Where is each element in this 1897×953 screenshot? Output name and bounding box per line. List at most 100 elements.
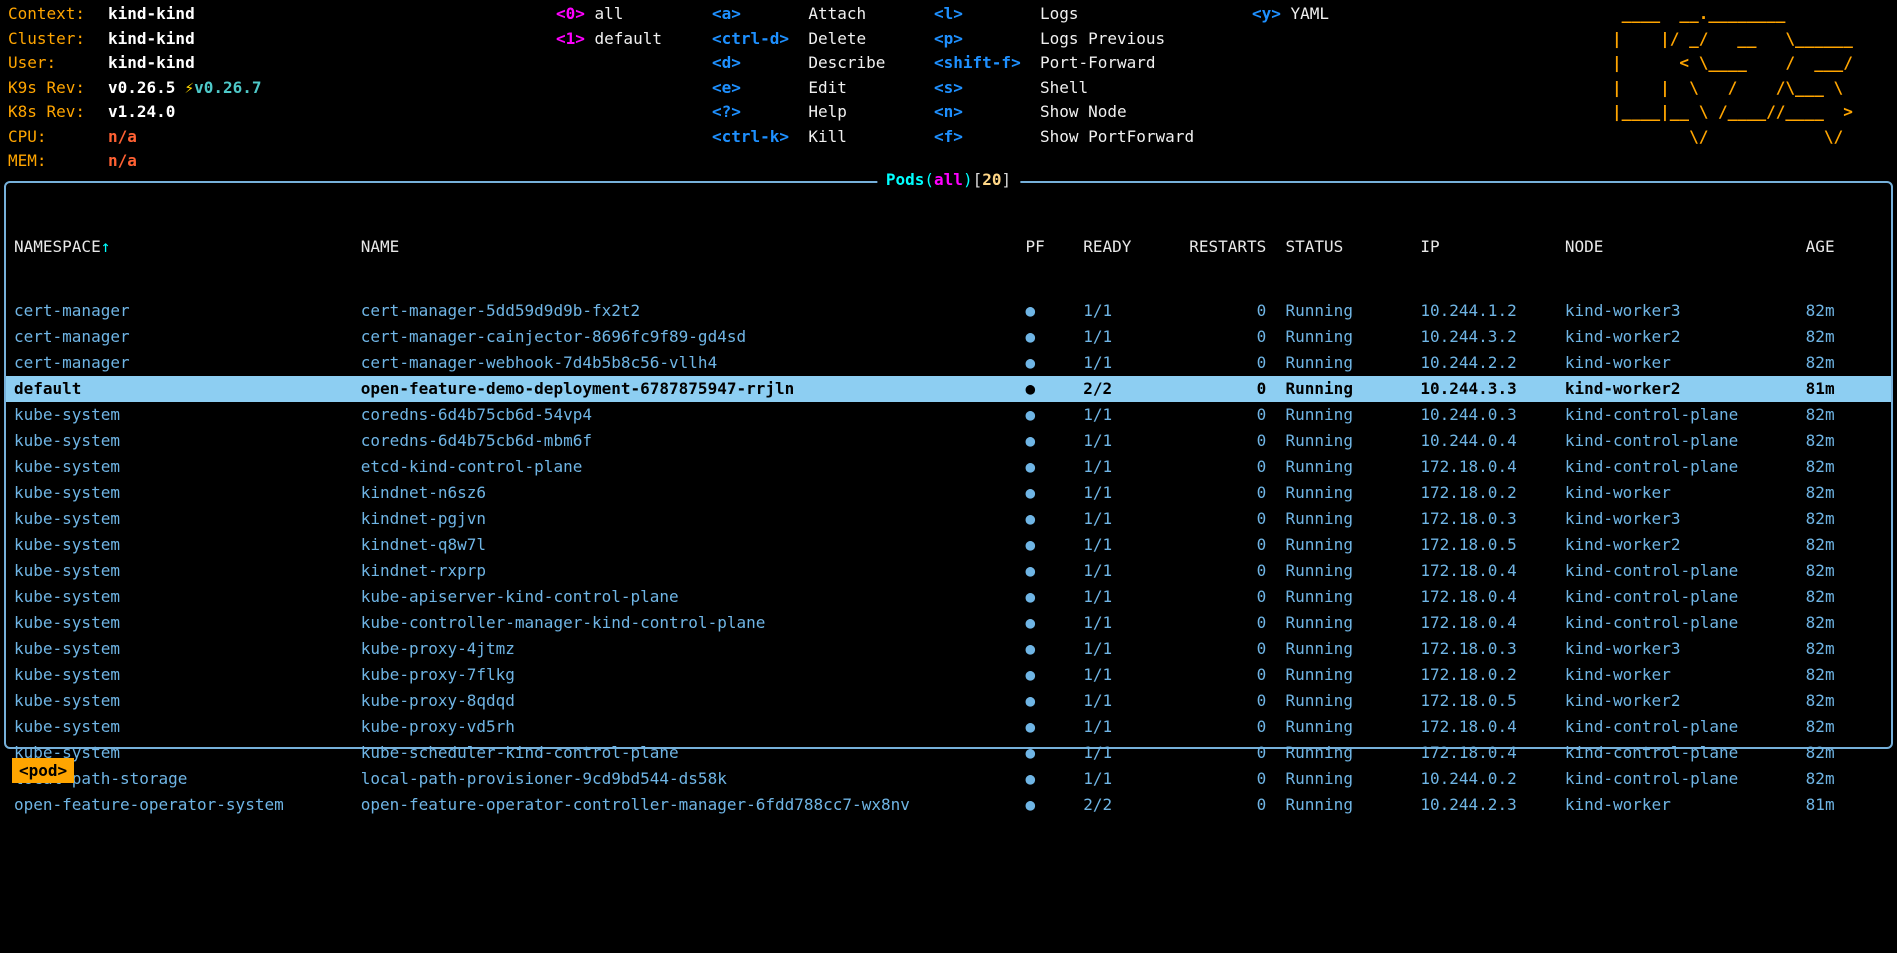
cell-status: Running: [1286, 740, 1421, 766]
cell-ready: 1/1: [1083, 402, 1189, 428]
cell-ready: 1/1: [1083, 740, 1189, 766]
col-age[interactable]: AGE: [1806, 234, 1854, 260]
pods-panel: Pods(all)[20] NAMESPACE↑ NAME PF READY R…: [4, 181, 1893, 749]
hotkey-entry: <1>default: [556, 27, 662, 52]
cell-node: kind-worker: [1565, 792, 1806, 818]
cell-age: 82m: [1806, 324, 1854, 350]
cell-namespace: kube-system: [14, 428, 361, 454]
table-row[interactable]: kube-system kube-proxy-8qdqd ● 1/1 0 Run…: [6, 688, 1891, 714]
hotkey-entry: <f>Show PortForward: [934, 125, 1194, 150]
cell-ip: 172.18.0.2: [1420, 662, 1564, 688]
table-row[interactable]: cert-manager cert-manager-cainjector-869…: [6, 324, 1891, 350]
cell-age: 82m: [1806, 558, 1854, 584]
table-row[interactable]: kube-system kube-proxy-7flkg ● 1/1 0 Run…: [6, 662, 1891, 688]
cell-status: Running: [1286, 558, 1421, 584]
cell-ip: 10.244.3.2: [1420, 324, 1564, 350]
cell-restarts: 0: [1189, 428, 1266, 454]
hotkey-key: <1>: [556, 27, 595, 52]
hotkeys-actions-1: <a>Attach<ctrl-d>Delete<d>Describe<e>Edi…: [712, 2, 885, 149]
table-row[interactable]: kube-system kube-scheduler-kind-control-…: [6, 740, 1891, 766]
cell-status: Running: [1286, 402, 1421, 428]
pf-dot-icon: ●: [1025, 792, 1083, 818]
cluster-info-row: K8s Rev:v1.24.0: [8, 100, 262, 125]
cluster-info-row: K9s Rev:v0.26.5⚡v0.26.7: [8, 76, 262, 101]
table-row[interactable]: kube-system kindnet-q8w7l ● 1/1 0 Runnin…: [6, 532, 1891, 558]
cell-node: kind-control-plane: [1565, 740, 1806, 766]
cell-restarts: 0: [1189, 766, 1266, 792]
col-namespace[interactable]: NAMESPACE↑: [14, 234, 361, 260]
cell-namespace: kube-system: [14, 506, 361, 532]
hotkey-label: Help: [808, 102, 847, 121]
cell-age: 82m: [1806, 480, 1854, 506]
cluster-info: Context:kind-kindCluster:kind-kindUser:k…: [8, 2, 262, 174]
cell-node: kind-worker: [1565, 350, 1806, 376]
cell-name: cert-manager-webhook-7d4b5b8c56-vllh4: [361, 350, 1026, 376]
table-row[interactable]: kube-system kindnet-n6sz6 ● 1/1 0 Runnin…: [6, 480, 1891, 506]
cell-namespace: cert-manager: [14, 350, 361, 376]
cell-age: 82m: [1806, 740, 1854, 766]
cell-name: kindnet-rxprp: [361, 558, 1026, 584]
table-row[interactable]: kube-system etcd-kind-control-plane ● 1/…: [6, 454, 1891, 480]
cell-restarts: 0: [1189, 532, 1266, 558]
cell-status: Running: [1286, 298, 1421, 324]
table-row[interactable]: kube-system kindnet-pgjvn ● 1/1 0 Runnin…: [6, 506, 1891, 532]
table-row[interactable]: kube-system coredns-6d4b75cb6d-54vp4 ● 1…: [6, 402, 1891, 428]
hotkey-label: Show PortForward: [1040, 127, 1194, 146]
table-row[interactable]: kube-system kube-apiserver-kind-control-…: [6, 584, 1891, 610]
table-row[interactable]: kube-system kube-controller-manager-kind…: [6, 610, 1891, 636]
hotkey-key: <f>: [934, 125, 1040, 150]
col-restarts[interactable]: RESTARTS: [1189, 234, 1266, 260]
cell-ready: 1/1: [1083, 532, 1189, 558]
hotkey-entry: <shift-f>Port-Forward: [934, 51, 1194, 76]
table-row[interactable]: kube-system coredns-6d4b75cb6d-mbm6f ● 1…: [6, 428, 1891, 454]
cell-status: Running: [1286, 324, 1421, 350]
cell-ip: 172.18.0.4: [1420, 558, 1564, 584]
cell-ip: 172.18.0.5: [1420, 532, 1564, 558]
cell-age: 82m: [1806, 688, 1854, 714]
cell-namespace: default: [14, 376, 361, 402]
table-row[interactable]: local-path-storage local-path-provisione…: [6, 766, 1891, 792]
table-row[interactable]: open-feature-operator-system open-featur…: [6, 792, 1891, 818]
cell-status: Running: [1286, 792, 1421, 818]
hotkey-key: <e>: [712, 76, 808, 101]
table-row[interactable]: kube-system kindnet-rxprp ● 1/1 0 Runnin…: [6, 558, 1891, 584]
col-pf[interactable]: PF: [1025, 234, 1083, 260]
cell-ready: 1/1: [1083, 324, 1189, 350]
cell-name: open-feature-operator-controller-manager…: [361, 792, 1026, 818]
cell-restarts: 0: [1189, 714, 1266, 740]
table-row[interactable]: kube-system kube-proxy-4jtmz ● 1/1 0 Run…: [6, 636, 1891, 662]
table-body: cert-manager cert-manager-5dd59d9d9b-fx2…: [6, 298, 1891, 818]
table-row[interactable]: default open-feature-demo-deployment-678…: [6, 376, 1891, 402]
hotkey-key: <n>: [934, 100, 1040, 125]
cell-namespace: cert-manager: [14, 324, 361, 350]
cell-name: kube-apiserver-kind-control-plane: [361, 584, 1026, 610]
cell-ip: 172.18.0.2: [1420, 480, 1564, 506]
cell-name: coredns-6d4b75cb6d-54vp4: [361, 402, 1026, 428]
cell-name: kube-scheduler-kind-control-plane: [361, 740, 1026, 766]
cell-ready: 1/1: [1083, 636, 1189, 662]
cell-node: kind-worker2: [1565, 324, 1806, 350]
cell-status: Running: [1286, 480, 1421, 506]
col-ip[interactable]: IP: [1420, 234, 1564, 260]
cell-ready: 2/2: [1083, 376, 1189, 402]
cell-age: 82m: [1806, 662, 1854, 688]
cell-node: kind-control-plane: [1565, 610, 1806, 636]
cell-age: 82m: [1806, 402, 1854, 428]
col-node[interactable]: NODE: [1565, 234, 1806, 260]
table-row[interactable]: cert-manager cert-manager-webhook-7d4b5b…: [6, 350, 1891, 376]
table-row[interactable]: kube-system kube-proxy-vd5rh ● 1/1 0 Run…: [6, 714, 1891, 740]
cell-node: kind-worker: [1565, 480, 1806, 506]
cell-node: kind-worker2: [1565, 376, 1806, 402]
cell-status: Running: [1286, 688, 1421, 714]
cell-namespace: kube-system: [14, 558, 361, 584]
col-status[interactable]: STATUS: [1286, 234, 1421, 260]
cell-node: kind-control-plane: [1565, 558, 1806, 584]
cell-node: kind-worker: [1565, 662, 1806, 688]
hotkey-label: Edit: [808, 78, 847, 97]
table-row[interactable]: cert-manager cert-manager-5dd59d9d9b-fx2…: [6, 298, 1891, 324]
col-name[interactable]: NAME: [361, 234, 1026, 260]
cell-ready: 1/1: [1083, 714, 1189, 740]
cell-status: Running: [1286, 714, 1421, 740]
pf-dot-icon: ●: [1025, 688, 1083, 714]
col-ready[interactable]: READY: [1083, 234, 1189, 260]
